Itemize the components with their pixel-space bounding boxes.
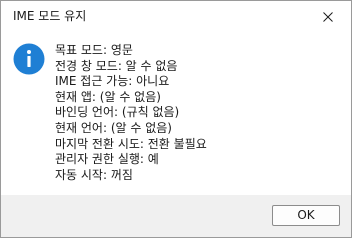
message-line-autostart: 자동 시작: 꺼짐 — [55, 167, 133, 182]
button-bar: OK — [1, 195, 351, 237]
message-line-current-app: 현재 앱: (알 수 없음) — [55, 89, 161, 104]
close-icon — [323, 11, 333, 22]
ok-button[interactable]: OK — [272, 205, 340, 226]
message-line-foreground-mode: 전경 창 모드: 알 수 없음 — [55, 58, 178, 73]
dialog-window: IME 모드 유지 목표 모드: 영문 전경 창 모드: 알 수 없음 IME … — [0, 0, 352, 238]
message-line-bound-language: 바인딩 언어: (규칙 없음) — [55, 105, 180, 120]
message-line-admin: 관리자 권한 실행: 예 — [55, 152, 159, 167]
title-bar[interactable]: IME 모드 유지 — [1, 1, 351, 32]
dialog-content: 목표 모드: 영문 전경 창 모드: 알 수 없음 IME 접근 가능: 아니요… — [1, 32, 351, 195]
message-line-current-language: 현재 언어: (알 수 없음) — [55, 120, 172, 135]
message-line-last-switch: 마지막 전환 시도: 전환 불필요 — [55, 136, 207, 151]
message-lines: 목표 모드: 영문 전경 창 모드: 알 수 없음 IME 접근 가능: 아니요… — [55, 43, 207, 183]
info-icon — [13, 43, 45, 75]
message-line-target-mode: 목표 모드: 영문 — [55, 43, 133, 57]
close-button[interactable] — [305, 1, 351, 32]
message-line-ime-access: IME 접근 가능: 아니요 — [55, 74, 170, 89]
window-title: IME 모드 유지 — [13, 9, 87, 23]
